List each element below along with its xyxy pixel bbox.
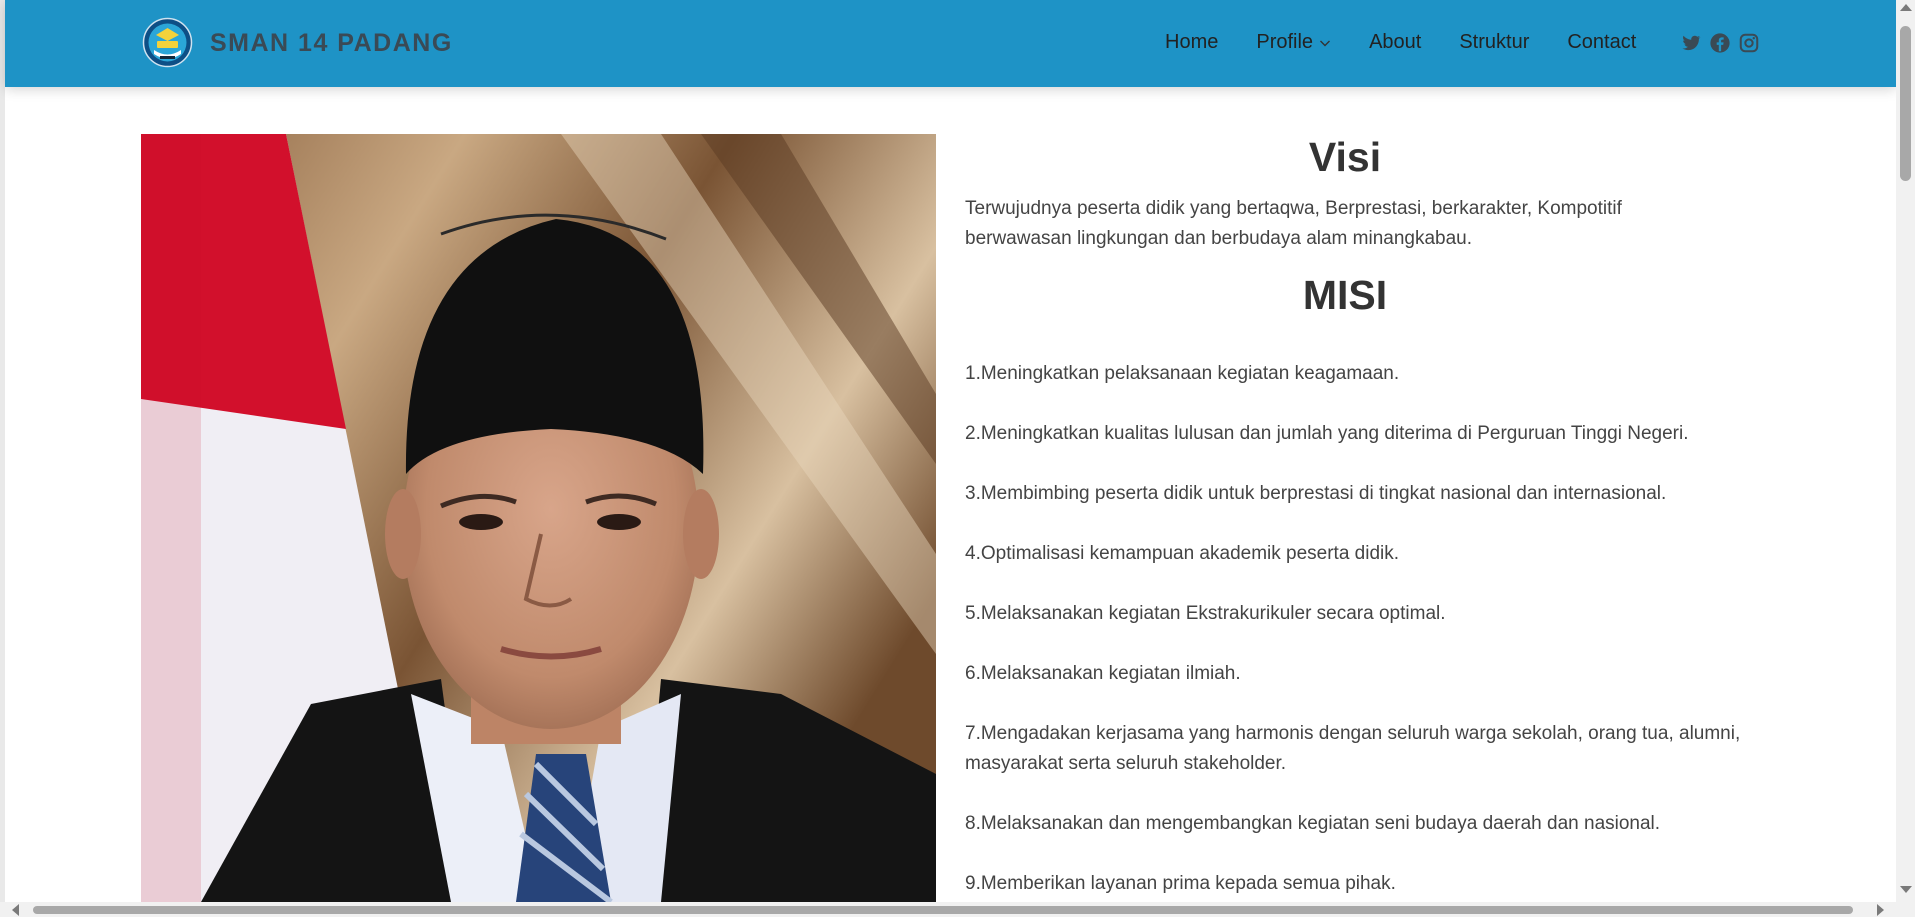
vertical-scroll-thumb[interactable] bbox=[1900, 26, 1911, 181]
vertical-scrollbar[interactable] bbox=[1896, 0, 1915, 902]
misi-item: 8.Melaksanakan dan mengembangkan kegiata… bbox=[965, 813, 1661, 834]
brand-title[interactable]: SMAN 14 PADANG bbox=[210, 29, 453, 58]
visi-heading: Visi bbox=[1308, 134, 1382, 180]
misi-item: 3.Membimbing peserta didik untuk berpres… bbox=[965, 483, 1667, 504]
main-nav: Home Profile About Struktur Contact bbox=[1165, 31, 1674, 54]
nav-contact-label: Contact bbox=[1567, 31, 1637, 53]
nav-home[interactable]: Home bbox=[1165, 31, 1218, 54]
horizontal-scrollbar[interactable] bbox=[0, 902, 1896, 917]
nav-profile[interactable]: Profile bbox=[1256, 31, 1331, 54]
nav-home-label: Home bbox=[1165, 31, 1219, 53]
misi-item: 7.Mengadakan kerjasama yang harmonis den… bbox=[965, 723, 1741, 774]
misi-item: 2.Meningkatkan kualitas lulusan dan juml… bbox=[965, 423, 1689, 444]
window-left-edge bbox=[0, 0, 5, 902]
misi-item: 4.Optimalisasi kemampuan akademik pesert… bbox=[965, 543, 1400, 564]
twitter-icon[interactable] bbox=[1680, 32, 1702, 54]
scroll-right-arrow-icon[interactable] bbox=[1877, 904, 1884, 916]
misi-item: 1.Meningkatkan pelaksanaan kegiatan keag… bbox=[965, 363, 1400, 384]
page-viewport: SMAN 14 PADANG Home Profile About Strukt… bbox=[0, 0, 1896, 902]
misi-item: 5.Melaksanakan kegiatan Ekstrakurikuler … bbox=[965, 603, 1446, 624]
misi-item: 9.Memberikan layanan prima kepada semua … bbox=[965, 873, 1396, 894]
nav-about[interactable]: About bbox=[1369, 31, 1421, 54]
visi-text: Terwujudnya peserta didik yang bertaqwa,… bbox=[965, 198, 1622, 249]
misi-item: 6.Melaksanakan kegiatan ilmiah. bbox=[965, 663, 1241, 684]
principal-photo bbox=[141, 134, 936, 902]
misi-list: 1.Meningkatkan pelaksanaan kegiatan keag… bbox=[965, 359, 1745, 902]
misi-heading: MISI bbox=[1302, 272, 1388, 318]
instagram-icon[interactable] bbox=[1738, 32, 1760, 54]
nav-profile-label: Profile bbox=[1256, 31, 1314, 53]
nav-about-label: About bbox=[1369, 31, 1422, 53]
nav-struktur[interactable]: Struktur bbox=[1459, 31, 1529, 54]
facebook-icon[interactable] bbox=[1709, 32, 1731, 54]
school-crest-icon[interactable] bbox=[142, 17, 193, 68]
horizontal-scroll-thumb[interactable] bbox=[33, 906, 1853, 914]
scroll-left-arrow-icon[interactable] bbox=[12, 904, 19, 916]
scroll-down-arrow-icon[interactable] bbox=[1900, 886, 1912, 893]
scroll-up-arrow-icon[interactable] bbox=[1900, 4, 1912, 11]
navbar: SMAN 14 PADANG Home Profile About Strukt… bbox=[5, 0, 1896, 87]
nav-contact[interactable]: Contact bbox=[1567, 31, 1636, 54]
nav-struktur-label: Struktur bbox=[1459, 31, 1530, 53]
scrollbar-corner bbox=[1896, 902, 1915, 917]
chevron-down-icon bbox=[1320, 40, 1331, 46]
